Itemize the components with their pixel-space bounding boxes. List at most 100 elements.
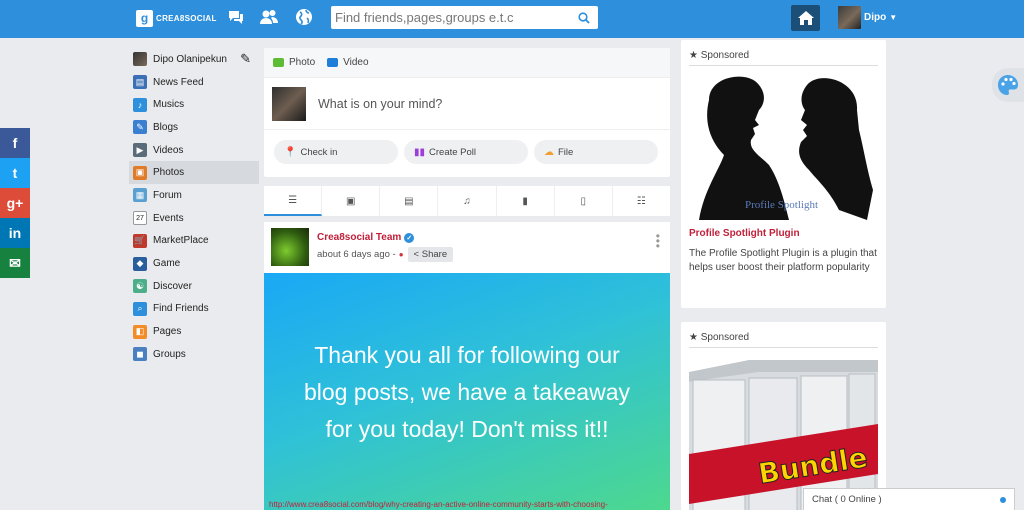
post-author-name[interactable]: Crea8social Team bbox=[317, 232, 401, 243]
friend-requests-icon[interactable] bbox=[260, 8, 278, 26]
sidebar-item-game[interactable]: ◆ Game bbox=[129, 252, 259, 275]
home-icon bbox=[797, 11, 814, 25]
google-plus-icon[interactable]: g+ bbox=[0, 188, 30, 218]
post-options-icon[interactable]: • • • bbox=[656, 230, 660, 252]
sidebar-item-musics[interactable]: ♪ Musics bbox=[129, 93, 259, 116]
sponsored-card: ★ Sponsored Profile Spotlight Profile Sp… bbox=[681, 40, 886, 308]
linkedin-icon[interactable]: in bbox=[0, 218, 30, 248]
post-link[interactable]: http://www.crea8social.com/blog/why-crea… bbox=[269, 500, 665, 509]
avatar bbox=[272, 86, 306, 121]
cloud-icon: ☁ bbox=[544, 146, 554, 158]
sponsored-title[interactable]: Profile Spotlight Plugin bbox=[689, 228, 878, 239]
find-friends-icon: ⌕ bbox=[133, 301, 147, 316]
palette-icon bbox=[998, 75, 1018, 95]
search-icon[interactable] bbox=[570, 6, 598, 29]
chat-label: Chat ( 0 Online ) bbox=[812, 494, 882, 505]
sidebar-item-label: Discover bbox=[153, 280, 192, 292]
sidebar-item-videos[interactable]: ▶ Videos bbox=[129, 139, 259, 162]
profile-avatar bbox=[133, 52, 147, 67]
sponsored-image-caption: Profile Spotlight bbox=[745, 199, 818, 211]
sidebar-item-events[interactable]: 27 Events bbox=[129, 207, 259, 230]
email-icon[interactable]: ✉ bbox=[0, 248, 30, 278]
photo-icon bbox=[273, 58, 284, 67]
sidebar-item-label: Musics bbox=[153, 99, 185, 111]
calendar-icon: 27 bbox=[133, 211, 147, 226]
filter-videos-icon[interactable]: ▤ bbox=[380, 186, 439, 216]
sidebar-item-profile[interactable]: Dipo Olanipekun ✎ bbox=[129, 48, 259, 71]
sidebar-item-label: Forum bbox=[153, 189, 182, 201]
sidebar-item-groups[interactable]: ◼ Groups bbox=[129, 343, 259, 366]
sidebar-item-news-feed[interactable]: ▤ News Feed bbox=[129, 71, 259, 94]
verified-check-icon: ✓ bbox=[404, 232, 415, 243]
filter-all-icon[interactable]: ☰ bbox=[264, 186, 323, 216]
sidebar-item-label: Events bbox=[153, 212, 184, 224]
file-button[interactable]: ☁ File bbox=[534, 140, 658, 164]
tab-video-label: Video bbox=[343, 57, 369, 68]
filter-files-icon[interactable]: ▯ bbox=[555, 186, 613, 216]
create-poll-button[interactable]: ▮▮ Create Poll bbox=[404, 140, 528, 164]
sponsored-image-silhouettes[interactable]: Profile Spotlight bbox=[689, 70, 878, 222]
photo-icon: ▣ bbox=[133, 165, 147, 180]
sidebar-profile-name: Dipo Olanipekun bbox=[153, 53, 227, 65]
notifications-globe-icon[interactable] bbox=[295, 8, 313, 26]
caret-down-icon: ▼ bbox=[889, 13, 898, 22]
share-button[interactable]: < Share bbox=[407, 247, 454, 262]
status-input[interactable]: What is on your mind? bbox=[318, 97, 442, 111]
filter-photos-icon[interactable]: ▣ bbox=[322, 186, 381, 216]
sidebar-item-label: Game bbox=[153, 258, 181, 270]
sidebar-item-label: Pages bbox=[153, 326, 182, 338]
feed-filter-tabs: ☰ ▣ ▤ ♫ ▮ ▯ ☷ bbox=[264, 186, 670, 216]
avatar bbox=[838, 6, 861, 29]
pages-icon: ◧ bbox=[133, 324, 147, 339]
sponsored-image-bundle[interactable]: Bundle bbox=[689, 354, 878, 510]
post-image[interactable]: Thank you all for following our blog pos… bbox=[264, 273, 670, 510]
logo-mark: g bbox=[136, 9, 153, 27]
file-label: File bbox=[558, 146, 574, 158]
top-navbar: g CREA8SOCIAL Dipo ▼ bbox=[0, 0, 1024, 38]
forum-icon: ▦ bbox=[133, 188, 147, 203]
feed-post: Crea8social Team ✓ about 6 days ago - ● … bbox=[264, 222, 670, 510]
edit-pencil-icon[interactable]: ✎ bbox=[240, 51, 251, 67]
sidebar-item-label: Find Friends bbox=[153, 303, 209, 315]
chat-bar[interactable]: Chat ( 0 Online ) bbox=[803, 488, 1015, 510]
video-camera-icon bbox=[327, 58, 339, 67]
sidebar-item-label: Photos bbox=[153, 167, 185, 179]
twitter-icon[interactable]: t bbox=[0, 158, 30, 188]
post-author-avatar[interactable] bbox=[271, 228, 309, 266]
blog-icon: ✎ bbox=[133, 120, 147, 135]
filter-settings-icon[interactable]: ☷ bbox=[613, 186, 670, 216]
messages-icon[interactable] bbox=[227, 8, 245, 26]
filter-polls-icon[interactable]: ▮ bbox=[497, 186, 555, 216]
banner-line: Thank you all for following our bbox=[314, 342, 620, 368]
sidebar-item-forum[interactable]: ▦ Forum bbox=[129, 184, 259, 207]
user-menu[interactable]: Dipo ▼ bbox=[838, 6, 897, 29]
cart-icon: 🛒 bbox=[133, 233, 147, 248]
tab-video[interactable]: Video bbox=[327, 57, 369, 68]
sidebar-item-discover[interactable]: ☯ Discover bbox=[129, 275, 259, 298]
facebook-icon[interactable]: f bbox=[0, 128, 30, 158]
sidebar-item-marketplace[interactable]: 🛒 MarketPlace bbox=[129, 230, 259, 253]
share-label: Share bbox=[421, 249, 448, 260]
privacy-globe-icon: ● bbox=[398, 250, 404, 259]
share-icon: < bbox=[413, 249, 420, 260]
banner-line: for you today! Don't miss it!! bbox=[325, 416, 609, 442]
theme-palette-button[interactable] bbox=[992, 68, 1024, 102]
site-logo[interactable]: g CREA8SOCIAL bbox=[136, 8, 217, 28]
sidebar-item-label: Videos bbox=[153, 144, 184, 156]
tab-photo[interactable]: Photo bbox=[273, 57, 315, 68]
sidebar-item-photos[interactable]: ▣ Photos bbox=[129, 161, 259, 185]
sidebar-item-blogs[interactable]: ✎ Blogs bbox=[129, 116, 259, 139]
location-pin-icon: 📍 bbox=[284, 146, 297, 158]
sidebar-item-find-friends[interactable]: ⌕ Find Friends bbox=[129, 298, 259, 321]
video-icon: ▶ bbox=[133, 143, 147, 158]
news-feed-icon: ▤ bbox=[133, 75, 147, 90]
check-in-button[interactable]: 📍 Check in bbox=[274, 140, 398, 164]
sidebar-item-label: MarketPlace bbox=[153, 235, 209, 247]
sidebar-item-label: Groups bbox=[153, 348, 186, 360]
left-sidebar: Dipo Olanipekun ✎ ▤ News Feed ♪ Musics ✎ Blog… bbox=[129, 48, 259, 366]
sidebar-item-pages[interactable]: ◧ Pages bbox=[129, 320, 259, 343]
home-button[interactable] bbox=[791, 5, 820, 31]
filter-music-icon[interactable]: ♫ bbox=[438, 186, 497, 216]
search-input[interactable] bbox=[331, 6, 570, 29]
logo-text: CREA8SOCIAL bbox=[156, 13, 217, 23]
